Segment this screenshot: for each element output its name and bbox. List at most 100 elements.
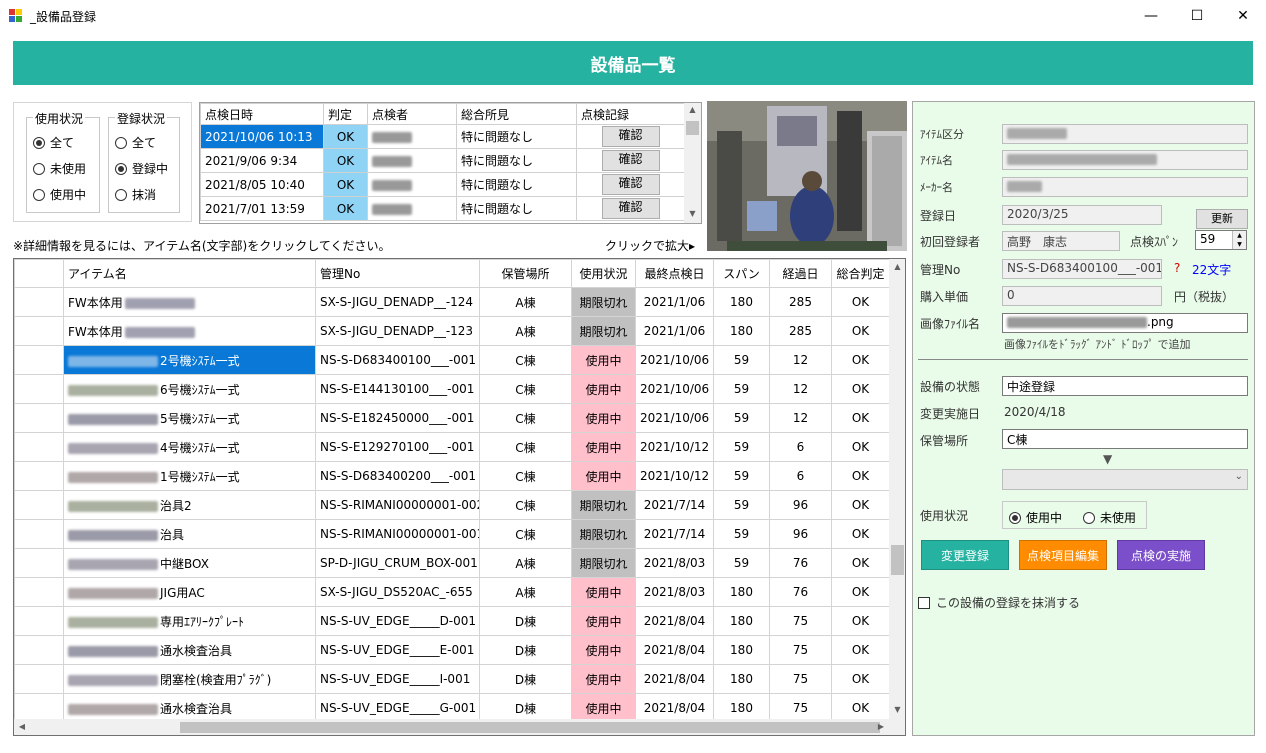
item-name-cell[interactable]: FW本体用 xyxy=(63,316,316,346)
inspection-row[interactable]: 2021/7/01 13:59 OK 特に問題なし 確認 xyxy=(200,196,685,221)
confirm-button[interactable]: 確認 xyxy=(601,198,660,219)
span-stepper[interactable]: 59 ▲ ▼ xyxy=(1195,230,1247,250)
item-name-cell[interactable]: 専用ｴｱﾘｰｸﾌﾟﾚｰﾄ xyxy=(63,606,316,636)
minimize-button[interactable]: — xyxy=(1128,0,1174,32)
usage-radio-all[interactable]: 全て xyxy=(33,134,74,151)
usage-radio-unused[interactable]: 未使用 xyxy=(1083,509,1136,526)
item-name-cell[interactable]: JIG用AC xyxy=(63,577,316,607)
inspection-row[interactable]: 2021/10/06 10:13 OK 特に問題なし 確認 xyxy=(200,124,685,149)
grid-col-header[interactable]: 使用状況 xyxy=(571,259,636,288)
table-row[interactable]: FW本体用 SX-S-JIGU_DENADP__-124 A棟 期限切れ 2021/1/… xyxy=(14,287,890,317)
update-button[interactable]: 更新 xyxy=(1196,209,1248,229)
confirm-button[interactable]: 確認 xyxy=(601,150,660,171)
scroll-right-icon[interactable]: ▶ xyxy=(875,722,887,731)
mgmt-help-icon[interactable]: ? xyxy=(1174,261,1180,275)
table-row[interactable]: 6号機ｼｽﾃﾑ一式 NS-S-E144130100___-001 C棟 使用中 2021… xyxy=(14,374,890,404)
row-header[interactable] xyxy=(14,287,64,317)
row-header[interactable] xyxy=(14,403,64,433)
col-header[interactable]: 点検者 xyxy=(367,103,457,125)
grid-horizontal-scrollbar[interactable]: ◀ ▶ xyxy=(14,719,889,735)
delete-registration-checkbox[interactable]: この設備の登録を抹消する xyxy=(918,594,1080,611)
item-name-cell[interactable]: 治具2 xyxy=(63,490,316,520)
table-row[interactable]: 治具 NS-S-RIMANI00000001-001 C棟 期限切れ 2021/7/14… xyxy=(14,519,890,549)
usage-radio-unused[interactable]: 未使用 xyxy=(33,160,86,177)
change-register-button[interactable]: 変更登録 xyxy=(921,540,1009,570)
reg-radio-all[interactable]: 全て xyxy=(115,134,156,151)
row-header[interactable] xyxy=(14,432,64,462)
inspection-scrollbar[interactable]: ▲ ▼ xyxy=(684,103,701,223)
scroll-up-icon[interactable]: ▲ xyxy=(889,262,905,271)
equipment-state-field[interactable]: 中途登録 xyxy=(1002,376,1248,396)
scroll-left-icon[interactable]: ◀ xyxy=(16,722,28,731)
inspection-date[interactable]: 2021/8/05 10:40 xyxy=(200,172,324,197)
table-row[interactable]: FW本体用 SX-S-JIGU_DENADP__-123 A棟 期限切れ 2021/1/… xyxy=(14,316,890,346)
scroll-up-icon[interactable]: ▲ xyxy=(684,105,701,114)
reg-radio-active[interactable]: 登録中 xyxy=(115,160,168,177)
grid-col-header[interactable]: スパン xyxy=(713,259,770,288)
row-header[interactable] xyxy=(14,635,64,665)
inspection-history-grid[interactable]: 点検日時 判定 点検者 総合所見 点検記録 2021/10/06 10:13 OK… xyxy=(199,102,702,224)
maximize-button[interactable]: ☐ xyxy=(1174,0,1220,32)
scroll-down-icon[interactable]: ▼ xyxy=(889,705,905,714)
reg-radio-deleted[interactable]: 抹消 xyxy=(115,186,156,203)
stepper-arrows-icon[interactable]: ▲ ▼ xyxy=(1232,231,1246,249)
row-header[interactable] xyxy=(14,664,64,694)
table-row[interactable]: 1号機ｼｽﾃﾑ一式 NS-S-D683400200___-001 C棟 使用中 2021… xyxy=(14,461,890,491)
grid-col-header[interactable]: アイテム名 xyxy=(63,259,316,288)
col-header[interactable]: 判定 xyxy=(323,103,368,125)
table-row[interactable]: 4号機ｼｽﾃﾑ一式 NS-S-E129270100___-001 C棟 使用中 2021… xyxy=(14,432,890,462)
item-name-cell[interactable]: 治具 xyxy=(63,519,316,549)
row-header[interactable] xyxy=(14,461,64,491)
col-header[interactable]: 点検日時 xyxy=(200,103,324,125)
row-header[interactable] xyxy=(14,345,64,375)
row-header[interactable] xyxy=(14,577,64,607)
row-header[interactable] xyxy=(14,606,64,636)
confirm-button[interactable]: 確認 xyxy=(601,174,660,195)
row-header[interactable] xyxy=(14,490,64,520)
grid-col-header[interactable]: 保管場所 xyxy=(479,259,572,288)
item-name-cell[interactable]: 6号機ｼｽﾃﾑ一式 xyxy=(63,374,316,404)
table-row[interactable]: JIG用AC SX-S-JIGU_DS520AC_-655 A棟 使用中 2021/8/… xyxy=(14,577,890,607)
confirm-button[interactable]: 確認 xyxy=(601,126,660,147)
row-header[interactable] xyxy=(14,374,64,404)
usage-radio-inuse[interactable]: 使用中 xyxy=(1009,509,1062,526)
grid-col-header[interactable]: 経過日 xyxy=(769,259,832,288)
equipment-photo[interactable] xyxy=(707,101,907,251)
grid-col-header[interactable] xyxy=(14,259,64,288)
scroll-thumb[interactable] xyxy=(891,545,904,575)
location-field[interactable]: C棟 xyxy=(1002,429,1248,449)
location-dropdown[interactable]: ⌄ xyxy=(1002,469,1248,490)
item-name-cell[interactable]: 通水検査治具 xyxy=(63,635,316,665)
usage-radio-inuse[interactable]: 使用中 xyxy=(33,186,86,203)
table-row[interactable]: 中継BOX SP-D-JIGU_CRUM_BOX-001 A棟 期限切れ 2021/8/… xyxy=(14,548,890,578)
table-row[interactable]: 5号機ｼｽﾃﾑ一式 NS-S-E182450000___-001 C棟 使用中 2021… xyxy=(14,403,890,433)
item-name-cell[interactable]: 1号機ｼｽﾃﾑ一式 xyxy=(63,461,316,491)
equipment-grid[interactable]: アイテム名 管理No 保管場所 使用状況 最終点検日 スパン 経過日 総合判定 FW本体用 SX… xyxy=(13,258,906,736)
scroll-thumb[interactable] xyxy=(180,722,880,733)
inspection-row[interactable]: 2021/9/06 9:34 OK 特に問題なし 確認 xyxy=(200,148,685,173)
item-name-cell[interactable]: 5号機ｼｽﾃﾑ一式 xyxy=(63,403,316,433)
grid-col-header[interactable]: 管理No xyxy=(315,259,480,288)
close-button[interactable]: ✕ xyxy=(1220,0,1266,32)
row-header[interactable] xyxy=(14,519,64,549)
inspection-date[interactable]: 2021/7/01 13:59 xyxy=(200,196,324,221)
col-header[interactable]: 点検記録 xyxy=(576,103,685,125)
item-name-cell[interactable]: 中継BOX xyxy=(63,548,316,578)
enlarge-link[interactable]: クリックで拡大▸ xyxy=(605,237,695,254)
scroll-down-icon[interactable]: ▼ xyxy=(684,209,701,218)
scroll-thumb[interactable] xyxy=(686,121,699,135)
row-header[interactable] xyxy=(14,548,64,578)
table-row[interactable]: 通水検査治具 NS-S-UV_EDGE_____E-001 D棟 使用中 2021/8/… xyxy=(14,635,890,665)
grid-col-header[interactable]: 総合判定 xyxy=(831,259,890,288)
item-name-cell[interactable]: 4号機ｼｽﾃﾑ一式 xyxy=(63,432,316,462)
col-header[interactable]: 総合所見 xyxy=(456,103,577,125)
inspection-date[interactable]: 2021/10/06 10:13 xyxy=(200,124,324,149)
edit-inspection-items-button[interactable]: 点検項目編集 xyxy=(1019,540,1107,570)
table-row[interactable]: 治具2 NS-S-RIMANI00000001-002 C棟 期限切れ 2021/7/1… xyxy=(14,490,890,520)
inspection-date[interactable]: 2021/9/06 9:34 xyxy=(200,148,324,173)
table-row[interactable]: 閉塞栓(検査用ﾌﾟﾗｸﾞ) NS-S-UV_EDGE_____I-001 D棟 使用中… xyxy=(14,664,890,694)
item-name-cell[interactable]: FW本体用 xyxy=(63,287,316,317)
row-header[interactable] xyxy=(14,316,64,346)
item-name-cell[interactable]: 閉塞栓(検査用ﾌﾟﾗｸﾞ) xyxy=(63,664,316,694)
inspection-row[interactable]: 2021/8/05 10:40 OK 特に問題なし 確認 xyxy=(200,172,685,197)
